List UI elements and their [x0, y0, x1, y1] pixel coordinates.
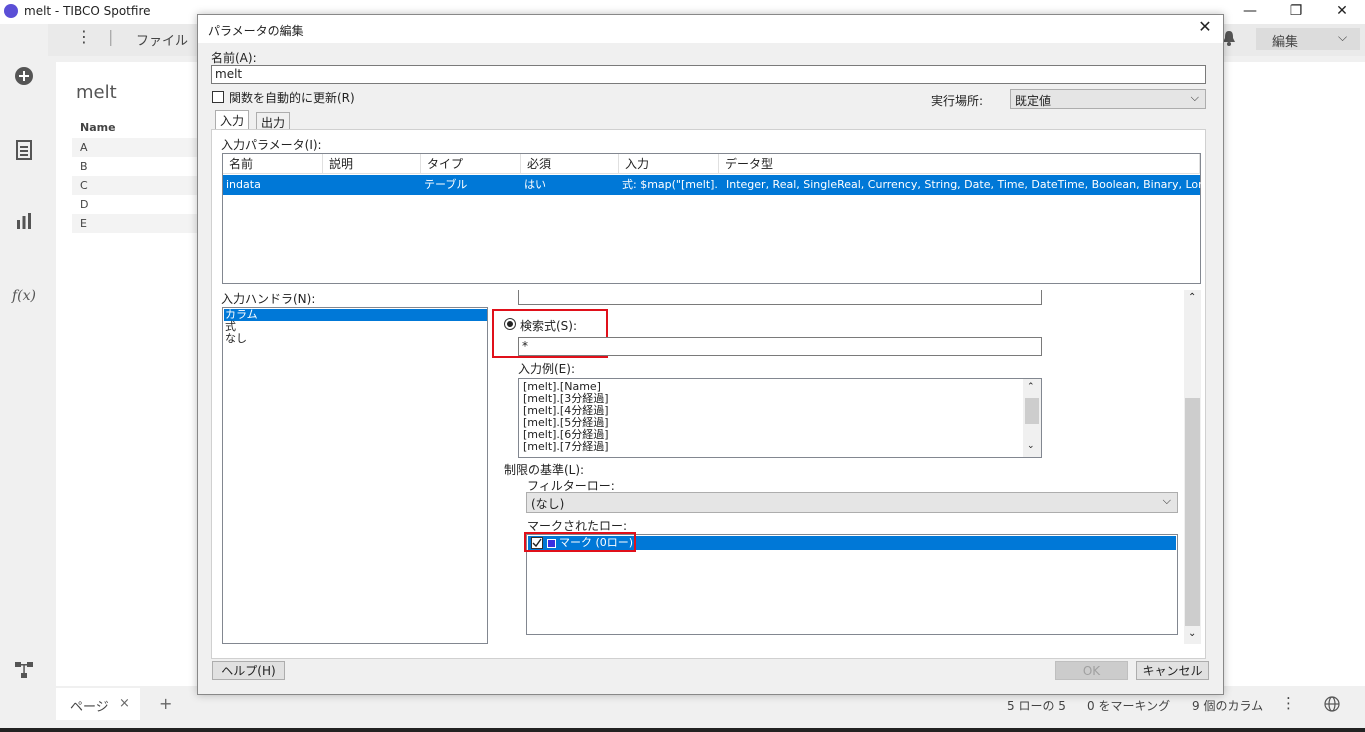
file-menu[interactable]: ファイル [136, 30, 188, 49]
auto-update-label: 関数を自動的に更新(R) [229, 91, 355, 105]
grid-header-name[interactable]: 名前 [223, 154, 323, 174]
function-icon[interactable]: f(x) [12, 284, 36, 308]
settings-scrollbar[interactable]: ⌃ ⌄ [1184, 290, 1201, 644]
search-expr-radio[interactable] [504, 318, 516, 330]
data-table-icon[interactable] [12, 140, 36, 164]
name-label: 名前(A): [211, 51, 257, 65]
marking-highlight [524, 532, 636, 552]
example-list[interactable]: [melt].[Name] [melt].[3分経過] [melt].[4分経過… [518, 378, 1042, 458]
scroll-up-icon[interactable]: ⌃ [1027, 382, 1035, 392]
grid-cell-description [323, 175, 421, 195]
grid-header-type[interactable]: タイプ [421, 154, 521, 174]
grid-header-description[interactable]: 説明 [323, 154, 421, 174]
dialog-close-button[interactable]: ✕ [1193, 17, 1217, 36]
chevron-down-icon: ⌵ [1338, 30, 1348, 44]
ok-button[interactable]: OK [1055, 661, 1128, 680]
table-row[interactable]: E [72, 214, 202, 233]
page-tab[interactable]: ページ × [56, 688, 140, 720]
toolbar-divider: | [108, 27, 114, 46]
example-label: 入力例(E): [518, 362, 575, 376]
exec-location-value: 既定値 [1015, 94, 1052, 108]
table-row[interactable]: A [72, 138, 202, 157]
scroll-thumb[interactable] [1025, 398, 1039, 424]
taskbar-edge [0, 728, 1365, 732]
chevron-down-icon: ⌵ [1162, 494, 1171, 507]
table-row[interactable]: B [72, 157, 202, 176]
table-column-header[interactable]: Name [80, 121, 116, 134]
edit-mode-dropdown[interactable]: 編集 ⌵ [1256, 28, 1360, 50]
exec-location-dropdown[interactable]: 既定値 ⌵ [1010, 89, 1206, 109]
table-row[interactable]: C [72, 176, 202, 195]
edit-mode-label: 編集 [1272, 35, 1299, 50]
page-tab-label: ページ [70, 700, 109, 715]
edit-parameter-dialog: パラメータの編集 ✕ 名前(A): melt 関数を自動的に更新(R) 実行場所… [197, 14, 1224, 695]
cancel-button[interactable]: キャンセル [1136, 661, 1209, 680]
more-menu-icon[interactable]: ⋮ [76, 27, 92, 46]
status-more-icon[interactable]: ⋮ [1281, 694, 1296, 712]
grid-header-required[interactable]: 必須 [521, 154, 619, 174]
example-item: [melt].[7分経過] [523, 440, 609, 453]
visualization-icon[interactable] [12, 212, 36, 236]
auto-update-checkbox[interactable] [212, 91, 224, 103]
spotfire-logo-icon [4, 4, 18, 18]
left-sidebar: f(x) [0, 24, 48, 732]
input-params-grid[interactable]: 名前 説明 タイプ 必須 入力 データ型 indata テーブル はい 式: $… [222, 153, 1201, 284]
grid-cell-type: テーブル [424, 178, 468, 191]
row-count-status: 5 ローの 5 [1007, 699, 1066, 713]
name-input[interactable]: melt [211, 65, 1206, 84]
grid-cell-input: 式: $map("[melt].... [622, 178, 719, 191]
tab-input[interactable]: 入力 [215, 110, 250, 131]
search-expr-label: 検索式(S): [520, 319, 578, 333]
grid-cell-datatype: Integer, Real, SingleReal, Currency, Str… [726, 178, 1201, 191]
add-icon[interactable] [12, 66, 36, 90]
filter-dropdown[interactable]: (なし) ⌵ [526, 492, 1178, 513]
grid-header-input[interactable]: 入力 [619, 154, 719, 174]
restore-button[interactable]: ❐ [1273, 0, 1319, 24]
input-handler-list[interactable]: カラム 式 なし [222, 307, 488, 644]
close-window-button[interactable]: ✕ [1319, 0, 1365, 24]
search-expr-input[interactable]: * [518, 337, 1042, 356]
grid-cell-required: はい [524, 178, 546, 191]
column-count-status: 9 個のカラム [1192, 699, 1264, 713]
table-title: melt [76, 82, 117, 103]
globe-icon[interactable] [1324, 696, 1340, 712]
handler-item-none[interactable]: なし [224, 333, 487, 345]
table-row[interactable]: D [72, 195, 202, 214]
scroll-down-icon[interactable]: ⌄ [1027, 441, 1035, 451]
scroll-up-icon[interactable]: ⌃ [1188, 292, 1196, 303]
hierarchy-icon[interactable] [12, 660, 36, 684]
minimize-button[interactable]: — [1227, 0, 1273, 24]
grid-cell-name: indata [226, 178, 261, 191]
dialog-title: パラメータの編集 [208, 24, 304, 38]
scroll-thumb[interactable] [1185, 398, 1200, 626]
exec-location-label: 実行場所: [931, 94, 984, 108]
handler-item-column[interactable]: カラム [224, 309, 487, 321]
previous-field-fragment [518, 290, 1042, 305]
marking-status: 0 をマーキング [1087, 699, 1171, 713]
dialog-titlebar: パラメータの編集 ✕ [198, 15, 1223, 43]
input-handler-label: 入力ハンドラ(N): [221, 292, 316, 306]
app-title: melt - TIBCO Spotfire [24, 4, 151, 18]
handler-item-expression[interactable]: 式 [224, 321, 487, 333]
notification-bell-icon[interactable] [1222, 30, 1236, 46]
page-close-icon[interactable]: × [119, 696, 130, 711]
add-page-button[interactable]: + [159, 694, 172, 713]
grid-header-datatype[interactable]: データ型 [719, 154, 1200, 174]
scroll-down-icon[interactable]: ⌄ [1188, 628, 1196, 639]
grid-row-selected[interactable]: indata テーブル はい 式: $map("[melt].... Integ… [223, 175, 1201, 195]
filter-value: (なし) [531, 497, 565, 511]
example-scrollbar[interactable]: ⌃ ⌄ [1023, 379, 1041, 457]
chevron-down-icon: ⌵ [1190, 91, 1199, 104]
limit-label: 制限の基準(L): [504, 463, 585, 477]
input-params-label: 入力パラメータ(I): [221, 138, 322, 152]
help-button[interactable]: ヘルプ(H) [212, 661, 285, 680]
